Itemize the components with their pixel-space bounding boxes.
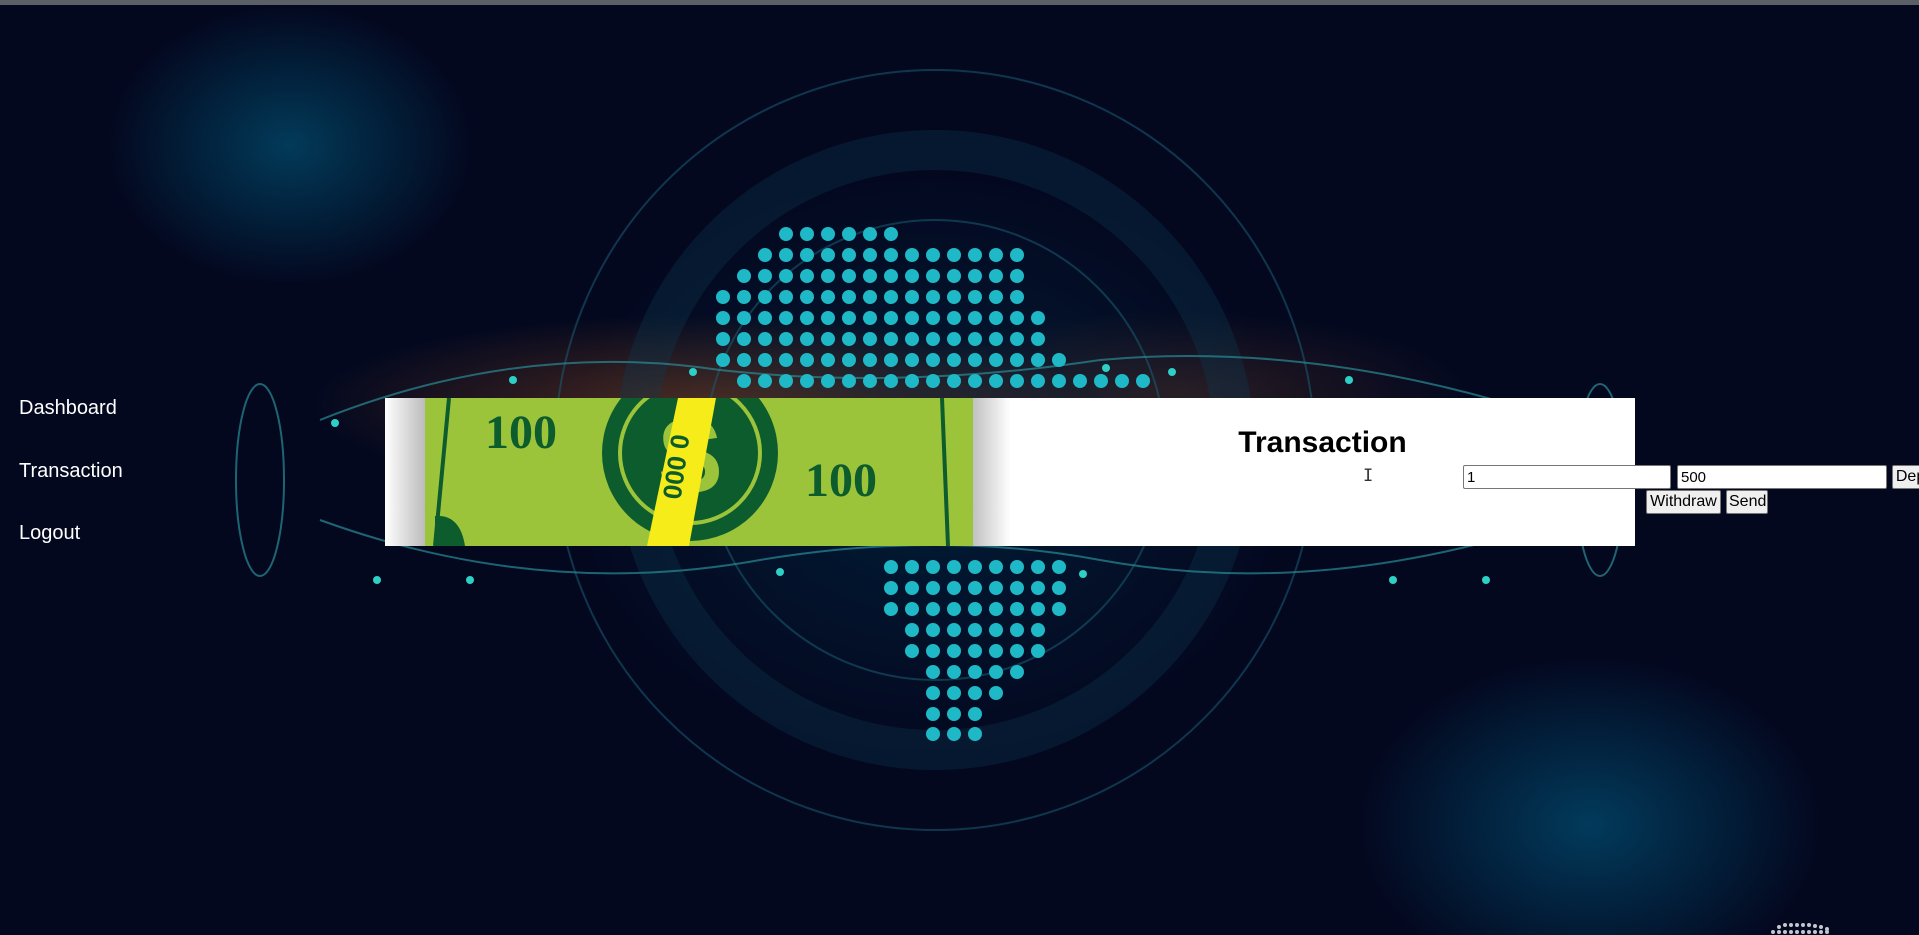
- banner-denomination-right: 100: [805, 454, 877, 507]
- transaction-form: Transaction Deposit Withdraw Send: [1010, 398, 1919, 546]
- withdraw-button[interactable]: Withdraw: [1646, 490, 1721, 514]
- nav-dashboard-link[interactable]: Dashboard: [19, 397, 117, 420]
- nav-transaction-link[interactable]: Transaction: [19, 460, 123, 483]
- account-input[interactable]: [1463, 465, 1671, 489]
- nav-logout-link[interactable]: Logout: [19, 522, 80, 545]
- transaction-panel: $ 000 0 100 100 Transaction Deposit With…: [385, 398, 1919, 546]
- send-button[interactable]: Send: [1726, 490, 1768, 514]
- banner-denomination-left: 100: [485, 406, 557, 459]
- page-title: Transaction: [1238, 426, 1407, 459]
- money-banner-image: $ 000 0 100 100: [385, 398, 1010, 546]
- deposit-button[interactable]: Deposit: [1892, 465, 1919, 489]
- amount-input[interactable]: [1677, 465, 1887, 489]
- dollar-bill-illustration: $ 000 0 100 100: [385, 398, 1010, 546]
